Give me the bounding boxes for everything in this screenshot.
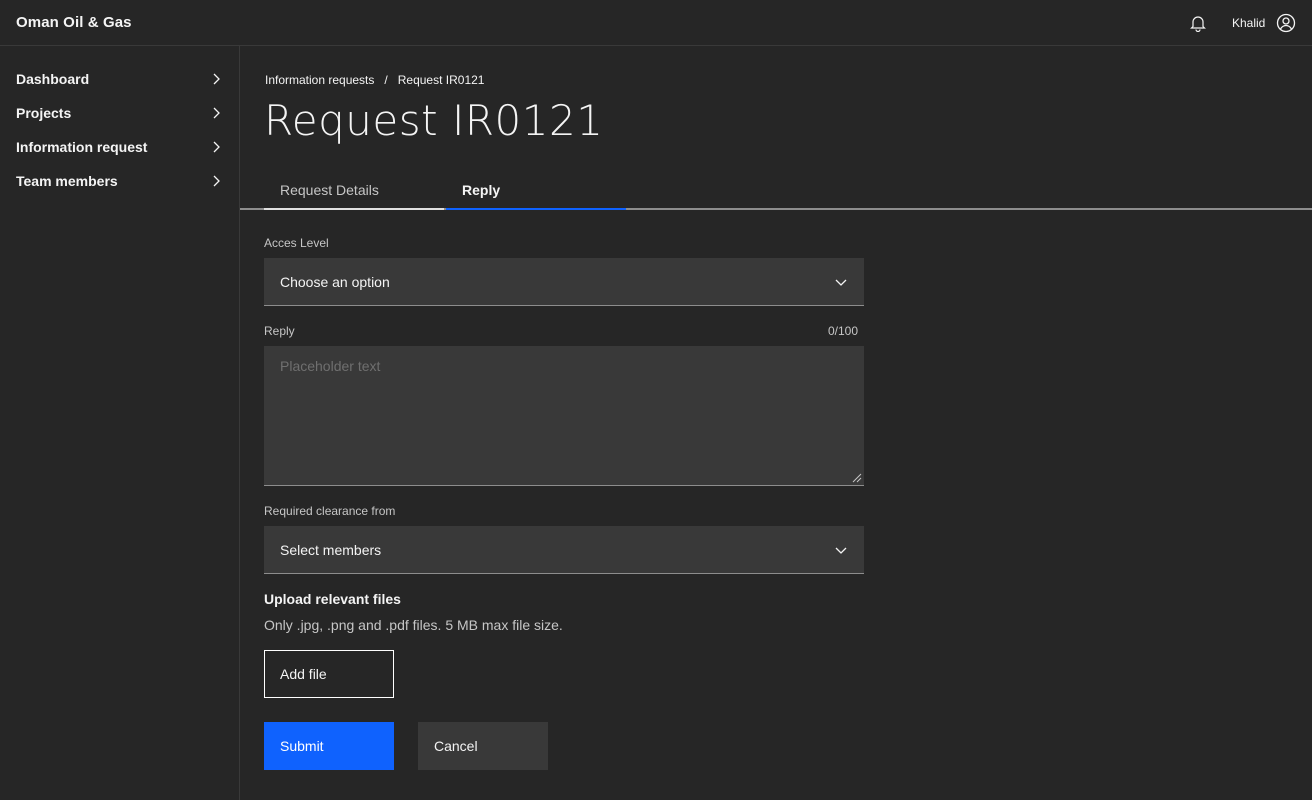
clearance-value: Select members — [280, 541, 382, 558]
bell-icon[interactable] — [1187, 12, 1209, 34]
sidebar-item-projects[interactable]: Projects — [0, 96, 239, 130]
add-file-button[interactable]: Add file — [264, 650, 394, 698]
brand-name[interactable]: Oman Oil & Gas — [16, 14, 132, 31]
upload-description: Only .jpg, .png and .pdf files. 5 MB max… — [264, 617, 563, 633]
breadcrumb: Information requests / Request IR0121 — [265, 73, 484, 87]
user-avatar-icon[interactable] — [1276, 13, 1296, 33]
tab-request-details[interactable]: Request Details — [264, 172, 444, 210]
chevron-right-icon — [213, 73, 220, 85]
chevron-down-icon — [835, 547, 847, 554]
chevron-right-icon — [213, 141, 220, 153]
access-level-label: Acces Level — [264, 236, 329, 250]
cancel-button[interactable]: Cancel — [418, 722, 548, 770]
reply-placeholder: Placeholder text — [280, 358, 381, 374]
breadcrumb-link-information-requests[interactable]: Information requests — [265, 73, 374, 87]
reply-character-counter: 0/100 — [828, 324, 859, 338]
access-level-value: Choose an option — [280, 273, 390, 290]
top-header: Oman Oil & Gas Khalid — [0, 0, 1312, 46]
tab-reply[interactable]: Reply — [446, 172, 626, 210]
reply-label: Reply — [264, 324, 295, 338]
sidebar-item-team-members[interactable]: Team members — [0, 164, 239, 198]
clearance-label: Required clearance from — [264, 504, 396, 518]
resize-handle-icon[interactable] — [852, 473, 862, 483]
access-level-dropdown[interactable]: Choose an option — [264, 258, 864, 306]
submit-button[interactable]: Submit — [264, 722, 394, 770]
username[interactable]: Khalid — [1232, 16, 1265, 30]
sidebar-item-dashboard[interactable]: Dashboard — [0, 62, 239, 96]
sidebar: Dashboard Projects Information request T… — [0, 46, 240, 800]
chevron-right-icon — [213, 107, 220, 119]
breadcrumb-separator: / — [384, 73, 388, 87]
sidebar-item-label: Projects — [16, 105, 72, 121]
sidebar-item-information-request[interactable]: Information request — [0, 130, 239, 164]
breadcrumb-current: Request IR0121 — [397, 73, 485, 87]
clearance-members-dropdown[interactable]: Select members — [264, 526, 864, 574]
sidebar-item-label: Team members — [16, 173, 118, 189]
upload-title: Upload relevant files — [264, 591, 401, 607]
page-title: Request IR0121 — [264, 96, 604, 145]
chevron-down-icon — [835, 279, 847, 286]
reply-textarea[interactable]: Placeholder text — [264, 346, 864, 486]
sidebar-item-label: Information request — [16, 139, 148, 155]
chevron-right-icon — [213, 175, 220, 187]
sidebar-item-label: Dashboard — [16, 71, 90, 87]
